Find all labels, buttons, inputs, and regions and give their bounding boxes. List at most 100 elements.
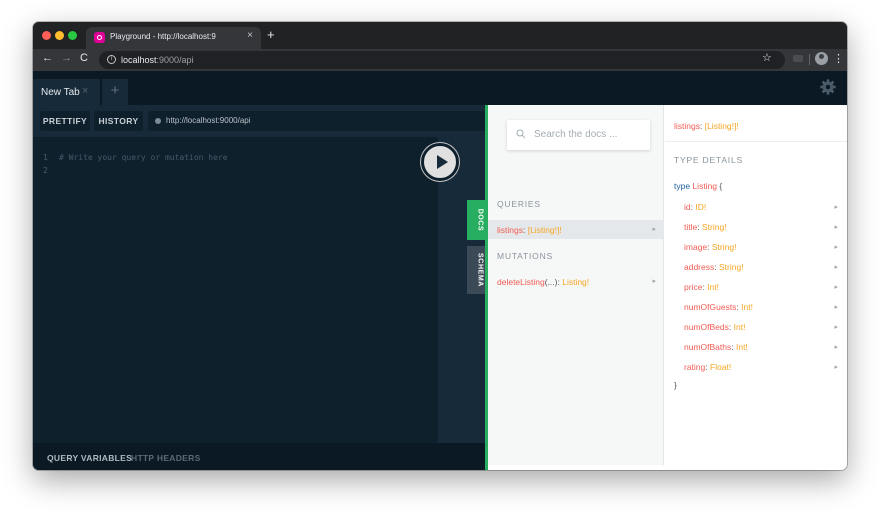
back-icon[interactable]: ← (42, 52, 53, 64)
playground-tab[interactable]: New Tab × (33, 79, 100, 105)
field-text: image: String! (684, 242, 736, 252)
toolbar-divider (809, 54, 810, 65)
endpoint-status-icon (155, 118, 161, 124)
type-field-row[interactable]: image: String! ▸ (665, 240, 847, 260)
mutation-name: deleteListing (497, 277, 545, 287)
field-name: image (684, 242, 708, 252)
playground-tab-close-icon[interactable]: × (82, 85, 88, 97)
field-name: address (684, 262, 715, 272)
chevron-right-icon: ▸ (834, 244, 838, 251)
query-editor[interactable]: 1 2 # Write your query or mutation here (33, 137, 438, 443)
chevron-right-icon: ▸ (652, 226, 656, 233)
bookmark-star-icon[interactable]: ☆ (762, 51, 772, 64)
browser-tab-title: Playground - http://localhost:9 (110, 32, 216, 41)
minimize-window-button[interactable] (55, 31, 64, 40)
endpoint-url: http://localhost:9000/api (166, 116, 251, 125)
graphql-favicon-icon (94, 32, 105, 43)
chevron-right-icon: ▸ (834, 364, 838, 371)
field-name: numOfBaths (684, 342, 732, 352)
docs-side-tab[interactable]: DOCS (467, 200, 485, 240)
field-text: price: Int! (684, 282, 719, 292)
field-type[interactable]: Float! (710, 362, 731, 372)
close-tab-icon[interactable]: × (247, 30, 253, 41)
field-name: numOfBeds (684, 322, 729, 332)
url-text: localhost:9000/api (121, 55, 194, 65)
browser-window: Playground - http://localhost:9 × + ← → … (33, 22, 847, 470)
field-type[interactable]: ID! (695, 202, 706, 212)
detail-type[interactable]: [Listing!]! (705, 121, 739, 131)
field-type[interactable]: Int! (741, 302, 753, 312)
field-type[interactable]: String! (719, 262, 744, 272)
type-field-row[interactable]: title: String! ▸ (665, 220, 847, 240)
field-text: title: String! (684, 222, 727, 232)
field-type[interactable]: Int! (734, 322, 746, 332)
close-window-button[interactable] (42, 31, 51, 40)
field-type[interactable]: String! (712, 242, 737, 252)
editor-content[interactable]: # Write your query or mutation here (59, 151, 228, 164)
type-details-heading: TYPE DETAILS (674, 155, 743, 165)
search-icon (516, 129, 526, 139)
field-type[interactable]: Int! (707, 282, 719, 292)
type-field-row[interactable]: id: ID! ▸ (665, 200, 847, 220)
extension-icon[interactable] (793, 55, 803, 62)
field-type[interactable]: Int! (736, 342, 748, 352)
field-text: address: String! (684, 262, 744, 272)
query-variables-tab[interactable]: QUERY VARIABLES (47, 453, 132, 463)
maximize-window-button[interactable] (68, 31, 77, 40)
chevron-right-icon: ▸ (834, 284, 838, 291)
field-name: title (684, 222, 698, 232)
mutation-type: Listing! (562, 277, 590, 287)
detail-field-name: listings (674, 121, 700, 131)
field-name: numOfGuests (684, 302, 737, 312)
schema-side-tab[interactable]: SCHEMA (467, 246, 485, 294)
type-field-row[interactable]: address: String! ▸ (665, 260, 847, 280)
line-number: 2 (43, 166, 48, 175)
browser-menu-icon[interactable]: ⋮ (833, 52, 844, 65)
line-number-gutter: 1 2 (43, 151, 48, 177)
reload-icon[interactable]: C (80, 52, 88, 64)
settings-gear-icon[interactable] (819, 78, 837, 96)
mutation-args: (...) (544, 277, 558, 287)
open-brace: { (719, 181, 723, 191)
forward-icon[interactable]: → (61, 52, 72, 64)
url-host: localhost (121, 55, 157, 65)
mutation-item-text: deleteListing(...): Listing! (497, 277, 589, 287)
mutations-heading: MUTATIONS (497, 251, 553, 261)
field-name: rating (684, 362, 706, 372)
query-item-listings[interactable]: listings: [Listing!]! ▸ (488, 220, 664, 239)
docs-search-input[interactable]: Search the docs ... (507, 120, 650, 150)
chevron-right-icon: ▸ (834, 204, 838, 211)
chevron-right-icon: ▸ (834, 264, 838, 271)
type-field-row[interactable]: numOfGuests: Int! ▸ (665, 300, 847, 320)
prettify-button[interactable]: PRETTIFY (40, 111, 90, 131)
close-brace: } (674, 380, 677, 390)
execute-query-play-button[interactable] (421, 143, 459, 181)
new-tab-button[interactable]: + (267, 27, 275, 42)
field-text: id: ID! (684, 202, 706, 212)
type-field-row[interactable]: numOfBeds: Int! ▸ (665, 320, 847, 340)
type-field-row[interactable]: rating: Float! ▸ (665, 360, 847, 380)
playground-tab-bar: New Tab × + (33, 71, 847, 105)
detail-divider (665, 141, 847, 142)
field-text: numOfGuests: Int! (684, 302, 753, 312)
field-text: numOfBeds: Int! (684, 322, 745, 332)
field-type[interactable]: String! (702, 222, 727, 232)
docs-detail-column: listings: [Listing!]! TYPE DETAILS type … (665, 105, 847, 470)
endpoint-input[interactable]: http://localhost:9000/api (148, 111, 485, 131)
type-field-row[interactable]: numOfBaths: Int! ▸ (665, 340, 847, 360)
mutation-item-deletelisting[interactable]: deleteListing(...): Listing! ▸ (488, 272, 664, 291)
browser-tab[interactable]: Playground - http://localhost:9 × (86, 27, 261, 49)
profile-avatar[interactable] (815, 52, 828, 65)
chevron-right-icon: ▸ (834, 304, 838, 311)
field-text: numOfBaths: Int! (684, 342, 748, 352)
site-info-icon[interactable]: i (107, 55, 116, 64)
query-name: listings (497, 225, 523, 235)
field-text: rating: Float! (684, 362, 731, 372)
history-button[interactable]: HISTORY (94, 111, 143, 131)
http-headers-tab[interactable]: HTTP HEADERS (131, 453, 201, 463)
chevron-right-icon: ▸ (652, 278, 656, 285)
add-playground-tab-button[interactable]: + (102, 79, 128, 105)
address-bar[interactable]: i localhost:9000/api (99, 51, 785, 69)
type-field-row[interactable]: price: Int! ▸ (665, 280, 847, 300)
chevron-right-icon: ▸ (834, 224, 838, 231)
